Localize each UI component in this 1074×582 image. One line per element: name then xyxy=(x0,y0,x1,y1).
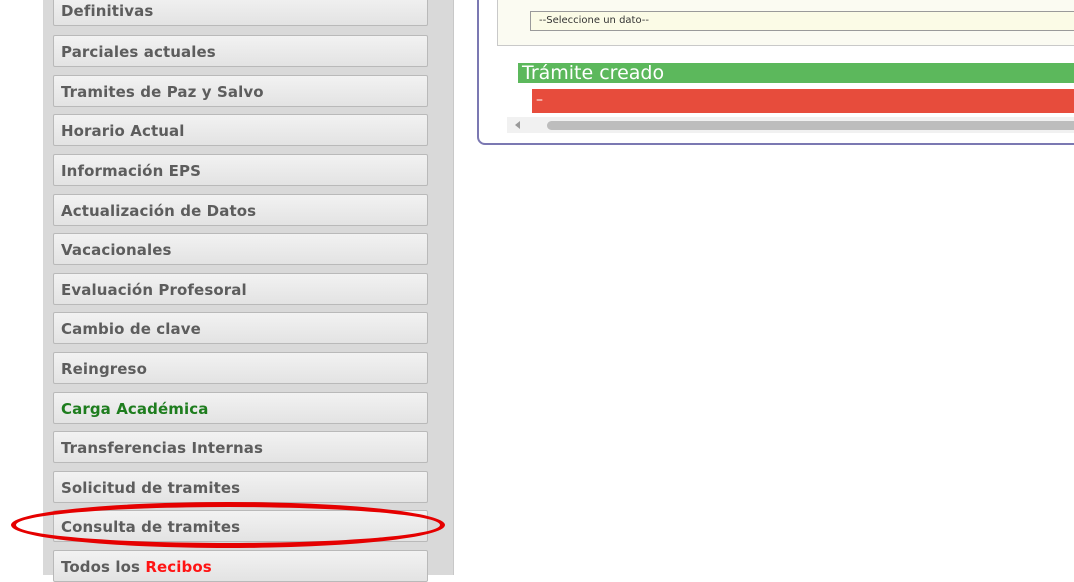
sidebar-menu: Definitivas Parciales actuales Tramites … xyxy=(43,0,454,582)
menu-item-label: Solicitud de tramites xyxy=(61,479,241,497)
data-select[interactable]: --Seleccione un dato-- xyxy=(530,11,1074,31)
menu-item-label: Definitivas xyxy=(61,2,154,20)
menu-item-label: Transferencias Internas xyxy=(61,439,263,457)
menu-item-transferencias-internas[interactable]: Transferencias Internas xyxy=(53,431,428,463)
menu-item-parciales-actuales[interactable]: Parciales actuales xyxy=(53,35,428,67)
menu-item-actualizacion-datos[interactable]: Actualización de Datos xyxy=(53,194,428,226)
menu-item-evaluacion-profesoral[interactable]: Evaluación Profesoral xyxy=(53,273,428,305)
menu-item-vacacionales[interactable]: Vacacionales xyxy=(53,233,428,265)
menu-item-solicitud-tramites[interactable]: Solicitud de tramites xyxy=(53,471,428,503)
error-message: – xyxy=(532,89,1074,113)
menu-item-label: Evaluación Profesoral xyxy=(61,281,247,299)
menu-item-label: Parciales actuales xyxy=(61,43,216,61)
menu-item-paz-y-salvo[interactable]: Tramites de Paz y Salvo xyxy=(53,75,428,107)
menu-item-consulta-tramites[interactable]: Consulta de tramites xyxy=(53,510,428,542)
menu-item-label: Todos los Recibos xyxy=(61,558,212,576)
scroll-left-arrow-icon[interactable] xyxy=(515,121,520,129)
menu-item-label: Carga Académica xyxy=(61,400,209,418)
menu-item-reingreso[interactable]: Reingreso xyxy=(53,352,428,384)
menu-item-label: Reingreso xyxy=(61,360,147,378)
menu-item-label-highlight: Recibos xyxy=(145,558,212,576)
menu-item-label: Tramites de Paz y Salvo xyxy=(61,83,264,101)
scroll-thumb[interactable] xyxy=(547,121,1074,130)
menu-item-cambio-clave[interactable]: Cambio de clave xyxy=(53,312,428,344)
menu-item-label-prefix: Todos los xyxy=(61,558,146,576)
menu-item-label: Vacacionales xyxy=(61,241,172,259)
menu-item-label: Consulta de tramites xyxy=(61,518,241,536)
menu-item-label: Horario Actual xyxy=(61,122,185,140)
menu-item-label: Cambio de clave xyxy=(61,320,201,338)
success-message: Trámite creado xyxy=(518,63,1074,83)
menu-item-label: Actualización de Datos xyxy=(61,202,257,220)
menu-item-label: Información EPS xyxy=(61,162,202,180)
horizontal-scrollbar[interactable] xyxy=(507,117,1074,133)
menu-item-carga-academica[interactable]: Carga Académica xyxy=(53,392,428,424)
menu-item-informacion-eps[interactable]: Información EPS xyxy=(53,154,428,186)
menu-item-todos-recibos[interactable]: Todos los Recibos xyxy=(53,550,428,582)
menu-item-definitivas[interactable]: Definitivas xyxy=(53,0,428,26)
menu-item-horario-actual[interactable]: Horario Actual xyxy=(53,114,428,146)
